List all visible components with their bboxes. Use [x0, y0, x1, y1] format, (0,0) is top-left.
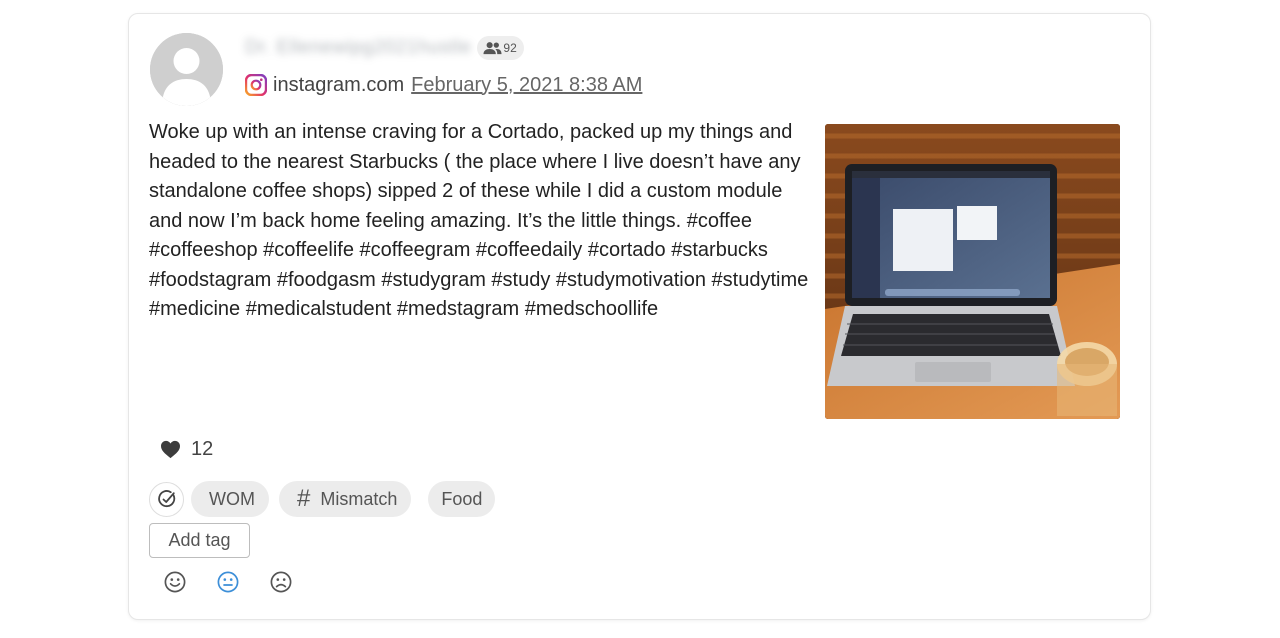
people-icon: [483, 42, 502, 55]
tag-label: WOM: [209, 488, 255, 509]
heart-icon[interactable]: [160, 440, 181, 459]
likes-count: 12: [191, 437, 214, 460]
source-row: instagram.com February 5, 2021 8:38 AM: [245, 71, 642, 99]
source-domain: instagram.com: [273, 73, 405, 96]
add-tag-button[interactable]: Add tag: [149, 523, 250, 558]
tag-check-button[interactable]: [149, 481, 184, 517]
positive-sentiment-button[interactable]: [164, 571, 186, 593]
tag-mismatch[interactable]: # Mismatch: [278, 481, 412, 517]
tag-wom[interactable]: WOM: [191, 481, 269, 517]
smile-icon: [164, 571, 186, 593]
post-text: Woke up with an intense craving for a Co…: [149, 121, 809, 320]
hash-icon: #: [296, 485, 311, 512]
author-row: Dr. Ellenewipg2021hustle 92: [245, 35, 524, 61]
negative-sentiment-button[interactable]: [270, 571, 292, 593]
post-image[interactable]: [825, 124, 1120, 419]
frown-icon: [270, 571, 292, 593]
post-card: Dr. Ellenewipg2021hustle 92 instagram.co…: [128, 13, 1151, 620]
followers-badge: 92: [477, 36, 524, 60]
author-name[interactable]: Dr. Ellenewipg2021hustle: [245, 37, 471, 59]
tags-row: WOM # Mismatch Food: [149, 481, 505, 517]
author-avatar[interactable]: [150, 33, 223, 106]
instagram-icon: [245, 74, 267, 96]
tag-label: Food: [441, 488, 483, 509]
tag-label: Mismatch: [320, 488, 398, 509]
neutral-sentiment-button[interactable]: [217, 571, 239, 593]
check-circle-icon: [157, 490, 175, 508]
tag-food[interactable]: Food: [428, 481, 496, 517]
followers-count: 92: [503, 41, 517, 55]
post-date-link[interactable]: February 5, 2021 8:38 AM: [411, 74, 642, 97]
likes[interactable]: 12: [160, 437, 213, 461]
neutral-face-icon: [217, 571, 239, 593]
sentiment-selector: [164, 571, 323, 593]
